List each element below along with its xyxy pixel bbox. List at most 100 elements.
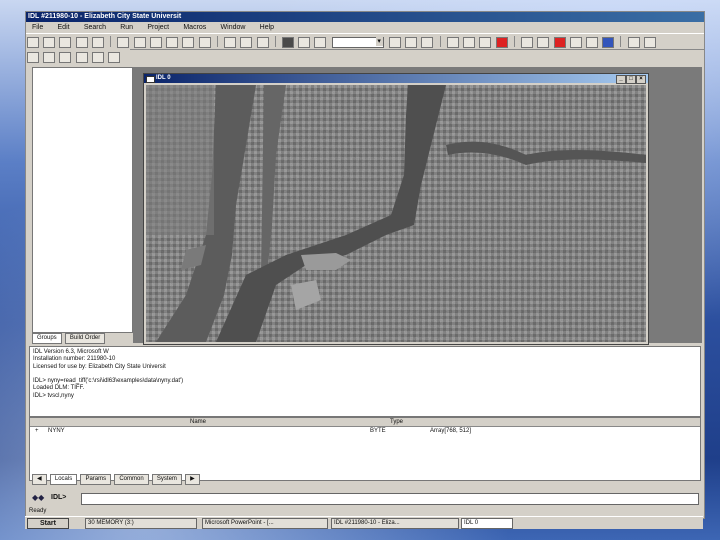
- view-icon[interactable]: [569, 37, 582, 48]
- column-type[interactable]: Type: [390, 418, 403, 426]
- toolbar-separator: [110, 36, 112, 47]
- watch-icon[interactable]: [405, 37, 418, 48]
- redo-icon[interactable]: [133, 37, 146, 48]
- copy-icon[interactable]: [166, 37, 179, 48]
- stop-icon[interactable]: [256, 37, 269, 48]
- menu-help[interactable]: Help: [254, 23, 280, 33]
- tab-build-order[interactable]: Build Order: [64, 333, 106, 344]
- maximize-icon[interactable]: □: [626, 75, 636, 84]
- project-open-icon[interactable]: [43, 52, 56, 63]
- tab-system[interactable]: System: [151, 474, 182, 485]
- console-line: IDL> nyny=read_tiff('c:\rsi\idl63\exampl…: [33, 378, 184, 385]
- reset-icon[interactable]: [495, 37, 508, 48]
- save-icon[interactable]: [59, 37, 72, 48]
- tab-arrow-right-icon[interactable]: ▶: [185, 474, 200, 485]
- trace-icon[interactable]: [421, 37, 434, 48]
- step-into-icon[interactable]: [281, 37, 294, 48]
- step-over-icon[interactable]: [298, 37, 311, 48]
- step-out-icon[interactable]: [314, 37, 327, 48]
- command-line: ◆◆ IDL>: [29, 492, 701, 505]
- save-all-icon[interactable]: [75, 37, 88, 48]
- column-name[interactable]: Name: [190, 418, 206, 426]
- debug-icon[interactable]: [446, 37, 459, 48]
- command-prompt: IDL>: [51, 494, 67, 501]
- minimize-icon[interactable]: _: [616, 75, 626, 84]
- tab-arrow-icon[interactable]: ◀: [32, 474, 47, 485]
- project-build-icon[interactable]: [59, 52, 72, 63]
- image-window[interactable]: IDL 0 _ □ ×: [143, 73, 649, 345]
- monitor-icon[interactable]: [627, 37, 640, 48]
- variable-watch: Name Type + NYNY BYTE Array[768, 512]: [29, 417, 701, 481]
- compile-icon[interactable]: [224, 37, 237, 48]
- command-input[interactable]: [81, 493, 699, 505]
- table-row[interactable]: + NYNY BYTE Array[768, 512]: [30, 427, 700, 435]
- taskbar-item[interactable]: Microsoft PowerPoint - [...: [202, 518, 328, 529]
- print-icon[interactable]: [91, 37, 104, 48]
- expand-icon[interactable]: +: [35, 427, 39, 435]
- menu-edit[interactable]: Edit: [52, 23, 76, 33]
- menu-search[interactable]: Search: [78, 23, 112, 33]
- toolbar-separator: [513, 36, 515, 47]
- layout-icon[interactable]: [521, 37, 534, 48]
- menu-project[interactable]: Project: [141, 23, 175, 33]
- project-export-icon[interactable]: [108, 52, 121, 63]
- taskbar-item[interactable]: IDL 0: [461, 518, 513, 529]
- image-window-title: IDL 0: [156, 75, 171, 81]
- window-icon: [146, 76, 155, 83]
- output-console[interactable]: IDL Version 6.3, Microsoft W Installatio…: [29, 346, 701, 417]
- project-toolbar: [26, 49, 130, 63]
- macro-icon[interactable]: [463, 37, 476, 48]
- tab-common[interactable]: Common: [114, 474, 149, 485]
- open-file-icon[interactable]: [43, 37, 56, 48]
- panel-icon[interactable]: [585, 37, 598, 48]
- taskbar-item[interactable]: 30 MEMORY (3:): [85, 518, 197, 529]
- menu-bar: File Edit Search Run Project Macros Wind…: [26, 22, 704, 32]
- screen-icon[interactable]: [643, 37, 656, 48]
- project-run-icon[interactable]: [91, 52, 104, 63]
- close-icon[interactable]: ×: [636, 75, 646, 84]
- plot-icon[interactable]: [479, 37, 492, 48]
- cut-icon[interactable]: [149, 37, 162, 48]
- project-refresh-icon[interactable]: [75, 52, 88, 63]
- menu-run[interactable]: Run: [114, 23, 139, 33]
- console-line: IDL Version 6.3, Microsoft W: [33, 349, 109, 355]
- new-file-icon[interactable]: [27, 37, 39, 48]
- tab-groups[interactable]: Groups: [32, 333, 62, 344]
- function-combo[interactable]: [331, 37, 384, 48]
- app-title: IDL #211980-10 - Elizabeth City State Un…: [26, 12, 704, 22]
- console-line: Installation number: 211980-10: [33, 356, 116, 363]
- menu-file[interactable]: File: [26, 23, 49, 33]
- toggle-icon[interactable]: [602, 37, 615, 48]
- variable-value: Array[768, 512]: [430, 428, 472, 434]
- satellite-image-graphic: [146, 85, 646, 342]
- variable-header: Name Type: [30, 418, 700, 427]
- project-new-icon[interactable]: [27, 52, 39, 63]
- project-panel[interactable]: [32, 67, 133, 333]
- undo-icon[interactable]: [117, 37, 130, 48]
- find-icon[interactable]: [198, 37, 211, 48]
- menu-macros[interactable]: Macros: [177, 23, 212, 33]
- paste-icon[interactable]: [182, 37, 195, 48]
- main-toolbar: [26, 33, 704, 50]
- idl-logo-icon: ◆◆: [32, 493, 45, 502]
- taskbar-item[interactable]: IDL #211980-10 - Eliza...: [331, 518, 459, 529]
- help-icon[interactable]: [553, 37, 566, 48]
- toolbar-separator: [439, 36, 441, 47]
- breakpoint-icon[interactable]: [388, 37, 401, 48]
- toolbar-separator: [274, 36, 276, 47]
- taskbar: Start 30 MEMORY (3:) Microsoft PowerPoin…: [25, 516, 703, 529]
- variable-type: BYTE: [370, 428, 386, 434]
- toolbar-separator: [620, 36, 622, 47]
- toolbar-separator: [216, 36, 218, 47]
- window-icon[interactable]: [537, 37, 550, 48]
- console-line: Loaded DLM: TIFF.: [33, 385, 85, 392]
- run-icon[interactable]: [240, 37, 253, 48]
- menu-window[interactable]: Window: [215, 23, 252, 33]
- image-window-titlebar[interactable]: IDL 0 _ □ ×: [144, 74, 648, 84]
- start-button[interactable]: Start: [27, 518, 69, 529]
- tab-locals[interactable]: Locals: [49, 474, 78, 485]
- project-tabs: Groups Build Order: [32, 332, 106, 344]
- console-line: IDL> tvscl,nyny: [33, 392, 74, 399]
- variable-tabs: ◀ Locals Params Common System ▶: [32, 473, 201, 485]
- tab-params[interactable]: Params: [80, 474, 112, 485]
